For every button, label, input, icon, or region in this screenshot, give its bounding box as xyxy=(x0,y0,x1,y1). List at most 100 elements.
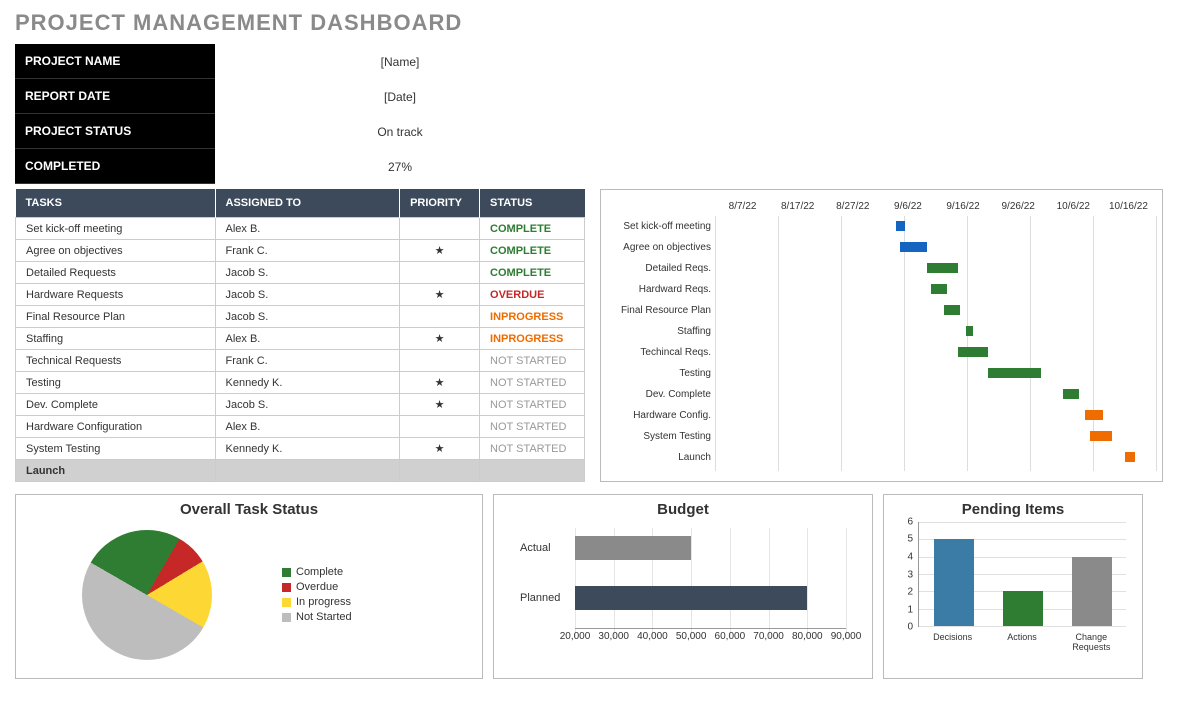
cell-assigned xyxy=(215,460,400,482)
cell-task: Dev. Complete xyxy=(16,394,216,416)
legend-label: Not Started xyxy=(296,611,352,623)
cell-assigned: Kennedy K. xyxy=(215,438,400,460)
gantt-bar xyxy=(1090,431,1112,441)
table-row: System TestingKennedy K.★NOT STARTED xyxy=(16,438,585,460)
cell-priority: ★ xyxy=(400,284,480,306)
overall-task-status-chart: Overall Task Status CompleteOverdueIn pr… xyxy=(15,494,483,679)
gantt-bar xyxy=(966,326,973,336)
legend-swatch xyxy=(282,583,291,592)
cell-assigned: Jacob S. xyxy=(215,394,400,416)
pie-legend: Complete Overdue In progress Not Started xyxy=(282,563,352,626)
gantt-bar xyxy=(958,347,989,357)
pending-x-axis: Decisions Actions Change Requests xyxy=(918,632,1126,652)
cell-priority: ★ xyxy=(400,438,480,460)
cell-priority: ★ xyxy=(400,372,480,394)
pending-xlabel: Decisions xyxy=(923,632,983,652)
cell-priority: ★ xyxy=(400,328,480,350)
cell-status: COMPLETE xyxy=(480,262,585,284)
cell-task: Hardware Requests xyxy=(16,284,216,306)
budget-tick-label: 80,000 xyxy=(792,631,823,642)
gantt-row: System Testing xyxy=(607,426,1156,447)
gantt-row-label: Detailed Reqs. xyxy=(607,263,715,274)
gantt-date-label: 9/16/22 xyxy=(936,201,991,212)
info-row-project-status: PROJECT STATUS On track xyxy=(15,114,585,149)
pending-bar xyxy=(1072,557,1112,626)
info-label: PROJECT NAME xyxy=(15,44,215,79)
cell-status: NOT STARTED xyxy=(480,438,585,460)
info-row-completed: COMPLETED 27% xyxy=(15,149,585,184)
gantt-row: Hardward Reqs. xyxy=(607,279,1156,300)
pending-items-chart: Pending Items 0123456DecisionsActionsCha… xyxy=(883,494,1143,679)
th-status: STATUS xyxy=(480,189,585,218)
budget-x-axis: 20,00030,00040,00050,00060,00070,00080,0… xyxy=(575,628,846,643)
gantt-row-track xyxy=(715,405,1156,426)
gantt-date-label: 10/6/22 xyxy=(1046,201,1101,212)
pending-xlabel: Change Requests xyxy=(1061,632,1121,652)
legend-swatch xyxy=(282,598,291,607)
legend-item: In progress xyxy=(282,596,352,608)
gantt-row: Techincal Reqs. xyxy=(607,342,1156,363)
cell-priority xyxy=(400,416,480,438)
pending-plot: 0123456 Decisions Actions Change Requests xyxy=(900,522,1126,652)
gantt-bar xyxy=(931,284,946,294)
cell-priority xyxy=(400,218,480,240)
budget-tick-label: 70,000 xyxy=(753,631,784,642)
table-row: Final Resource PlanJacob S.INPROGRESS xyxy=(16,306,585,328)
legend-item: Overdue xyxy=(282,581,352,593)
gantt-row: Testing xyxy=(607,363,1156,384)
gantt-bar xyxy=(927,263,958,273)
gantt-date-label: 9/6/22 xyxy=(880,201,935,212)
legend-label: Complete xyxy=(296,566,343,578)
cell-status: OVERDUE xyxy=(480,284,585,306)
info-row-project-name: PROJECT NAME [Name] xyxy=(15,44,585,79)
cell-priority xyxy=(400,350,480,372)
legend-swatch xyxy=(282,568,291,577)
info-label: REPORT DATE xyxy=(15,79,215,114)
table-row: TestingKennedy K.★NOT STARTED xyxy=(16,372,585,394)
gantt-row-track xyxy=(715,426,1156,447)
cell-priority: ★ xyxy=(400,240,480,262)
gantt-row-track xyxy=(715,279,1156,300)
tasks-table: TASKS ASSIGNED TO PRIORITY STATUS Set ki… xyxy=(15,189,585,482)
gantt-row-label: Staffing xyxy=(607,326,715,337)
cell-priority xyxy=(400,460,480,482)
table-row: Set kick-off meetingAlex B.COMPLETE xyxy=(16,218,585,240)
budget-plot: ActualPlanned20,00030,00040,00050,00060,… xyxy=(520,528,846,658)
gantt-gridline xyxy=(1156,216,1157,471)
gantt-bar xyxy=(944,305,959,315)
gantt-row-label: Agree on objectives xyxy=(607,242,715,253)
gantt-row-label: System Testing xyxy=(607,431,715,442)
gantt-bar xyxy=(1063,389,1078,399)
cell-status: NOT STARTED xyxy=(480,350,585,372)
table-row: Hardware RequestsJacob S.★OVERDUE xyxy=(16,284,585,306)
info-label: COMPLETED xyxy=(15,149,215,184)
cell-status: INPROGRESS xyxy=(480,328,585,350)
table-row: Detailed RequestsJacob S.COMPLETE xyxy=(16,262,585,284)
gantt-row-track xyxy=(715,216,1156,237)
gantt-date-label: 9/26/22 xyxy=(991,201,1046,212)
gantt-row-track xyxy=(715,447,1156,468)
gantt-bar xyxy=(900,242,926,252)
cell-assigned: Kennedy K. xyxy=(215,372,400,394)
gantt-bar xyxy=(896,221,906,231)
cell-status: NOT STARTED xyxy=(480,372,585,394)
gantt-bar xyxy=(1085,410,1103,420)
pending-ytick: 5 xyxy=(907,534,913,545)
pending-y-axis: 0123456 xyxy=(900,522,915,627)
gantt-date-label: 8/17/22 xyxy=(770,201,825,212)
cell-status: NOT STARTED xyxy=(480,394,585,416)
cell-assigned: Alex B. xyxy=(215,416,400,438)
gantt-row-label: Testing xyxy=(607,368,715,379)
chart-title: Budget xyxy=(500,501,866,518)
gantt-row: Agree on objectives xyxy=(607,237,1156,258)
cell-assigned: Jacob S. xyxy=(215,306,400,328)
pending-xlabel: Actions xyxy=(992,632,1052,652)
table-row: Hardware ConfigurationAlex B.NOT STARTED xyxy=(16,416,585,438)
project-info-panel: PROJECT NAME [Name] REPORT DATE [Date] P… xyxy=(15,44,585,184)
tasks-table-panel: TASKS ASSIGNED TO PRIORITY STATUS Set ki… xyxy=(15,189,585,482)
cell-assigned: Frank C. xyxy=(215,350,400,372)
cell-task: Launch xyxy=(16,460,216,482)
cell-status: COMPLETE xyxy=(480,240,585,262)
info-value: 27% xyxy=(215,160,585,174)
gantt-row-label: Hardware Config. xyxy=(607,410,715,421)
